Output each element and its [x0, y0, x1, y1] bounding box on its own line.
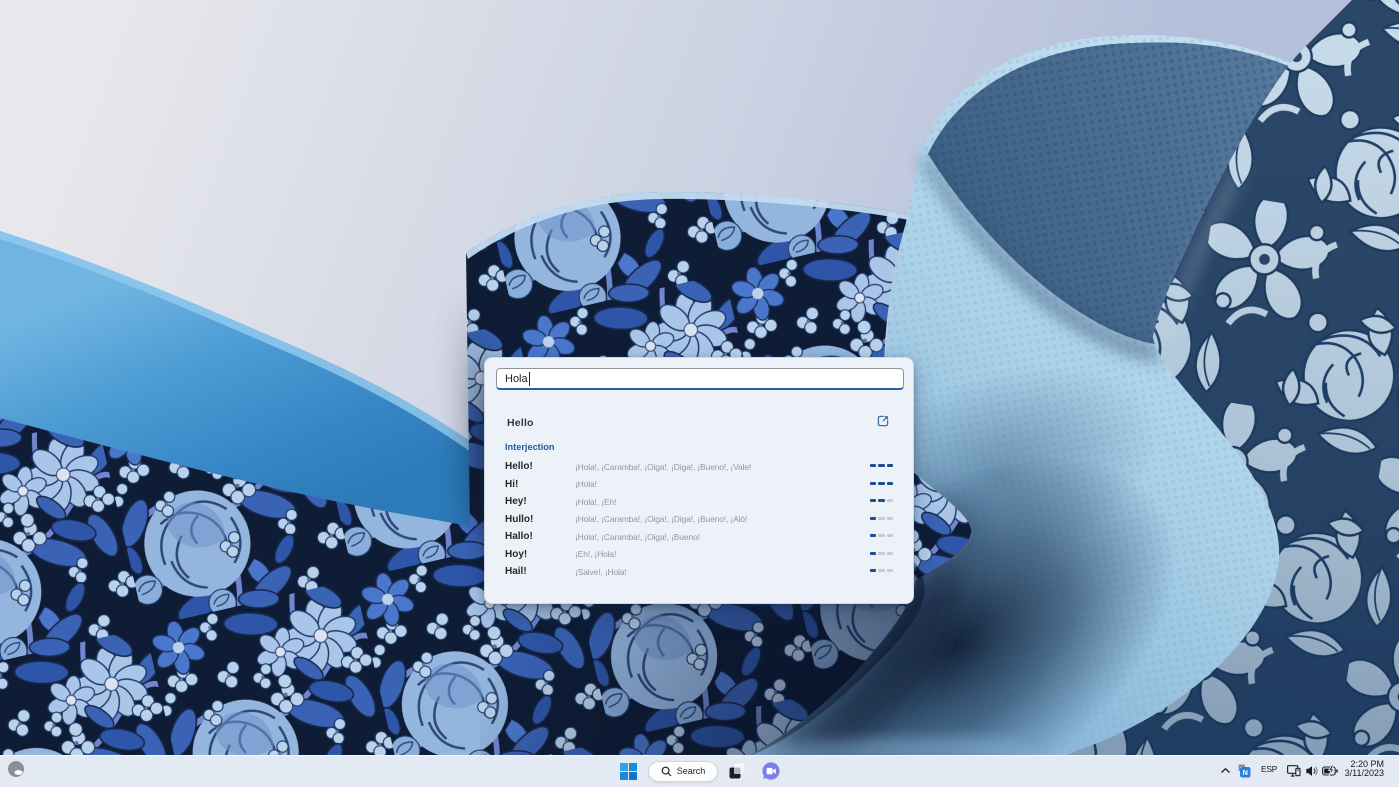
svg-text:N: N — [1242, 768, 1247, 777]
